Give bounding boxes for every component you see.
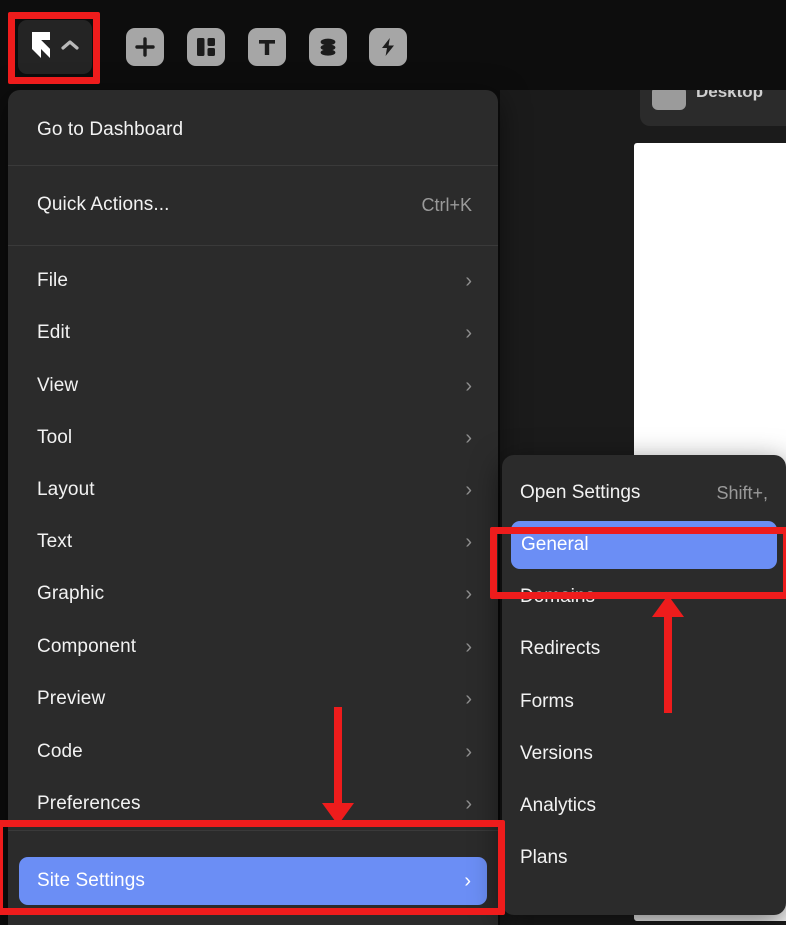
menu-item-component[interactable]: Component › — [8, 621, 498, 673]
menu-item-help[interactable]: Help › — [8, 908, 498, 925]
menu-item-text[interactable]: Text › — [8, 516, 498, 568]
chevron-right-icon: › — [465, 583, 472, 605]
app-root: Desktop Go to Dashboard Quick Actions...… — [0, 0, 786, 925]
submenu-item-label: Redirects — [520, 638, 601, 659]
menu-item-graphic[interactable]: Graphic › — [8, 568, 498, 620]
submenu-item-general[interactable]: General — [502, 519, 786, 571]
submenu-item-label: Plans — [520, 847, 568, 868]
menu-item-label: Site Settings — [37, 870, 145, 891]
cms-tool-button[interactable] — [309, 28, 347, 66]
menu-item-site-settings[interactable]: Site Settings › — [8, 855, 498, 907]
chevron-right-icon: › — [465, 741, 472, 763]
submenu-item-shortcut: Shift+, — [716, 482, 768, 503]
submenu-item-open-settings[interactable]: Open Settings Shift+, — [502, 467, 786, 519]
menu-item-label: Preview — [37, 688, 106, 709]
submenu-item-label: General — [521, 534, 589, 555]
submenu-item-general-pill[interactable]: General — [511, 521, 777, 569]
menu-item-site-settings-pill[interactable]: Site Settings › — [19, 857, 487, 905]
menu-item-label: Tool — [37, 427, 73, 448]
menu-separator — [8, 245, 498, 246]
submenu-item-label: Analytics — [520, 795, 597, 816]
menu-item-label: Go to Dashboard — [37, 119, 184, 140]
chevron-right-icon: › — [464, 870, 471, 892]
submenu-item-analytics[interactable]: Analytics — [502, 780, 786, 832]
submenu-item-label: Versions — [520, 743, 593, 764]
submenu-item-label: Domains — [520, 586, 595, 607]
top-toolbar — [0, 0, 786, 90]
menu-item-tool[interactable]: Tool › — [8, 412, 498, 464]
menu-item-label: View — [37, 375, 79, 396]
chevron-up-icon — [60, 38, 80, 57]
insert-tool-button[interactable] — [126, 28, 164, 66]
menu-item-label: Code — [37, 741, 83, 762]
chevron-right-icon: › — [465, 427, 472, 449]
menu-item-code[interactable]: Code › — [8, 726, 498, 778]
plus-icon — [134, 36, 156, 58]
menu-item-go-to-dashboard[interactable]: Go to Dashboard — [8, 104, 498, 156]
lightning-bolt-icon — [377, 36, 399, 58]
chevron-right-icon: › — [465, 375, 472, 397]
menu-item-quick-actions[interactable]: Quick Actions... Ctrl+K — [8, 179, 498, 231]
main-dropdown-menu: Go to Dashboard Quick Actions... Ctrl+K … — [8, 90, 498, 925]
chevron-right-icon: › — [465, 636, 472, 658]
chevron-right-icon: › — [465, 688, 472, 710]
chevron-right-icon: › — [465, 793, 472, 815]
submenu-item-versions[interactable]: Versions — [502, 728, 786, 780]
menu-separator — [8, 830, 498, 831]
chevron-right-icon: › — [465, 322, 472, 344]
menu-item-label: Text — [37, 531, 73, 552]
submenu-item-plans[interactable]: Plans — [502, 832, 786, 884]
menu-item-label: Preferences — [37, 793, 141, 814]
layout-tool-button[interactable] — [187, 28, 225, 66]
menu-item-label: Edit — [37, 322, 71, 343]
database-stack-icon — [317, 36, 339, 58]
menu-item-preview[interactable]: Preview › — [8, 673, 498, 725]
framer-logo-menu-button[interactable] — [18, 20, 92, 74]
chevron-right-icon: › — [465, 479, 472, 501]
menu-item-label: File — [37, 270, 69, 291]
effects-tool-button[interactable] — [369, 28, 407, 66]
menu-item-view[interactable]: View › — [8, 360, 498, 412]
layout-panel-icon — [195, 36, 217, 58]
framer-logo-icon — [30, 31, 52, 64]
menu-item-file[interactable]: File › — [8, 255, 498, 307]
menu-item-shortcut: Ctrl+K — [421, 194, 472, 215]
menu-item-label: Component — [37, 636, 137, 657]
menu-item-preferences[interactable]: Preferences › — [8, 778, 498, 830]
menu-separator — [8, 165, 498, 166]
menu-item-label: Quick Actions... — [37, 194, 170, 215]
text-tool-button[interactable] — [248, 28, 286, 66]
site-settings-submenu: Open Settings Shift+, General Domains Re… — [502, 455, 786, 915]
chevron-right-icon: › — [465, 531, 472, 553]
submenu-item-domains[interactable]: Domains — [502, 571, 786, 623]
menu-caret — [54, 90, 80, 91]
submenu-item-label: Forms — [520, 691, 574, 712]
menu-item-edit[interactable]: Edit › — [8, 307, 498, 359]
menu-item-label: Layout — [37, 479, 95, 500]
chevron-right-icon: › — [465, 270, 472, 292]
menu-item-label: Graphic — [37, 583, 105, 604]
submenu-item-redirects[interactable]: Redirects — [502, 623, 786, 675]
submenu-item-forms[interactable]: Forms — [502, 676, 786, 728]
menu-item-layout[interactable]: Layout › — [8, 464, 498, 516]
submenu-item-label: Open Settings — [520, 482, 641, 503]
text-icon — [256, 36, 278, 58]
